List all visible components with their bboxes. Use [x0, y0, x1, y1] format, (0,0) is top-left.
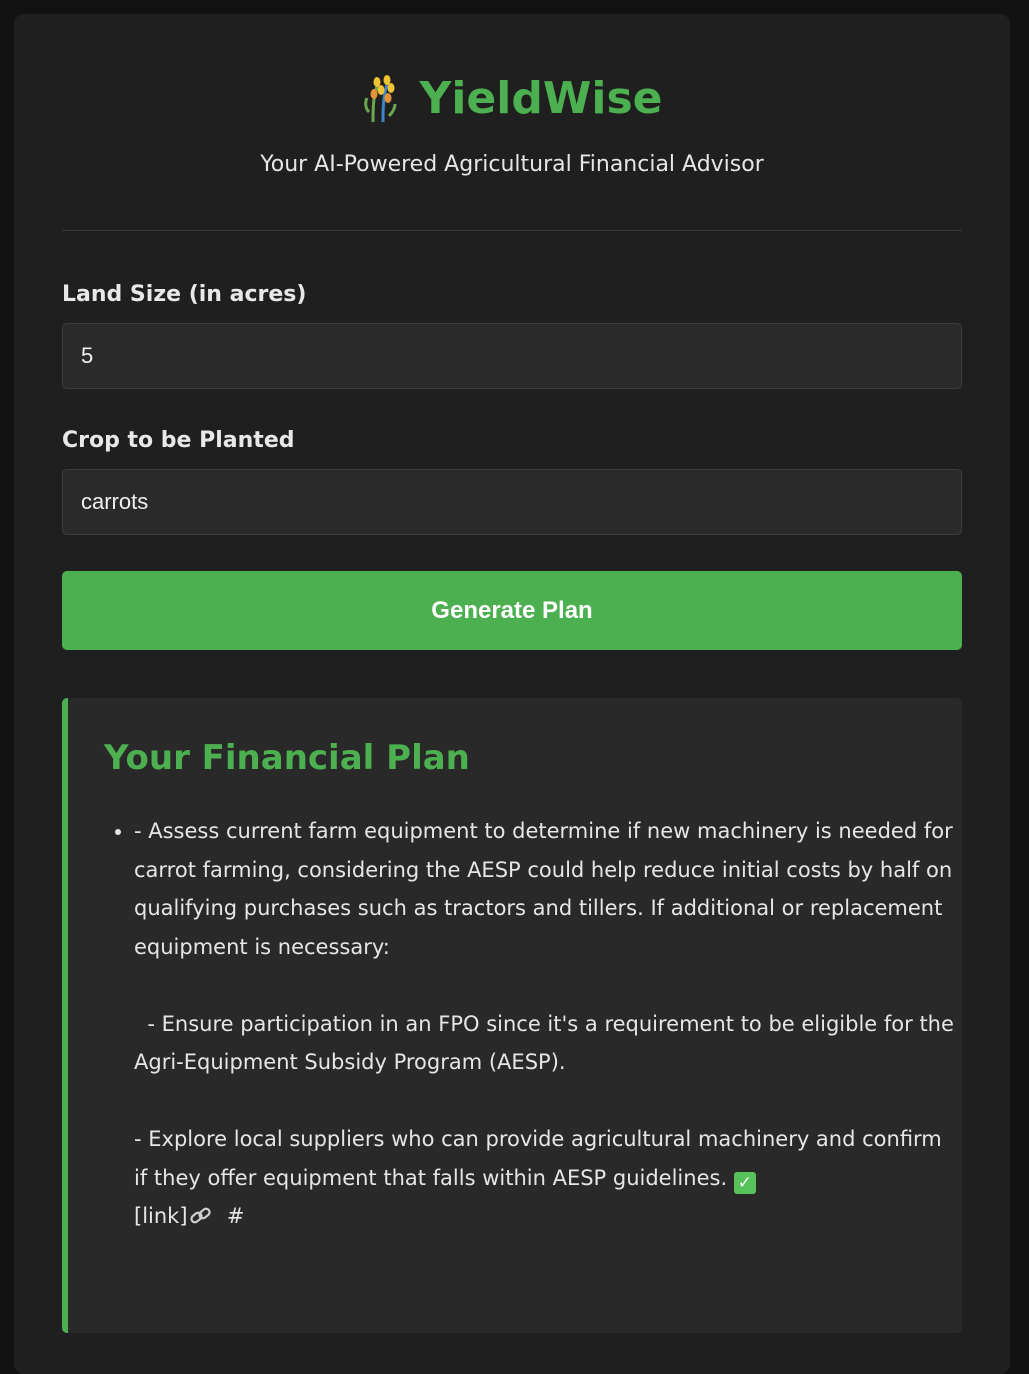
plan-list-item: - Assess current farm equipment to deter…: [134, 812, 954, 1236]
brand-name: YieldWise: [419, 72, 663, 124]
tagline: Your AI-Powered Agricultural Financial A…: [260, 152, 764, 177]
land-size-label: Land Size (in acres): [62, 282, 307, 307]
app-card: YieldWise Your AI-Powered Agricultural F…: [14, 14, 1010, 1374]
financial-plan-panel: Your Financial Plan - Assess current far…: [62, 698, 962, 1333]
brand-header: YieldWise: [14, 70, 1010, 126]
generate-plan-button[interactable]: Generate Plan: [62, 571, 962, 650]
crop-label: Crop to be Planted: [62, 428, 295, 453]
link-icon: [189, 1207, 211, 1224]
plan-hash: #: [226, 1204, 245, 1228]
plan-item-text: - Assess current farm equipment to deter…: [134, 819, 954, 1190]
financial-plan-title: Your Financial Plan: [104, 738, 470, 778]
crop-input[interactable]: [62, 469, 962, 535]
wheat-icon: [364, 75, 397, 123]
header-divider: [62, 230, 962, 231]
land-size-input[interactable]: [62, 323, 962, 389]
plan-list: - Assess current farm equipment to deter…: [104, 812, 954, 1236]
plan-link[interactable]: [link]: [134, 1204, 188, 1228]
check-mark-icon: ✓: [733, 1171, 756, 1194]
